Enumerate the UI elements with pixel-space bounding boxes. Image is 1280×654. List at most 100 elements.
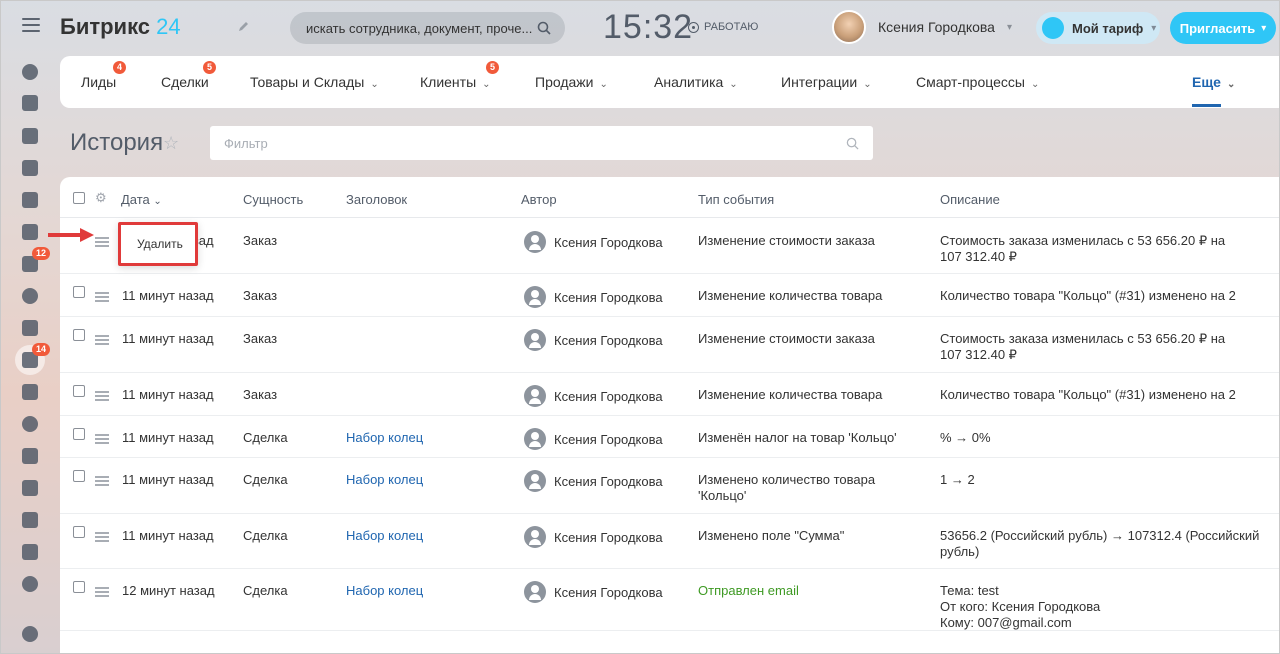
feed-icon[interactable] bbox=[20, 62, 40, 82]
row-description: 53656.2 (Российский рубль) → 107312.4 (Р… bbox=[940, 528, 1260, 543]
more-down-icon[interactable] bbox=[20, 574, 40, 594]
row-checkbox[interactable] bbox=[73, 428, 85, 440]
menu-badge: 5 bbox=[203, 61, 217, 74]
calendar-icon[interactable] bbox=[20, 158, 40, 178]
work-status[interactable]: РАБОТАЮ bbox=[688, 21, 758, 33]
box-icon[interactable] bbox=[20, 542, 40, 562]
user-icon bbox=[524, 581, 546, 603]
table-row[interactable]: 11 минут назадЗаказКсения ГородковаИзмен… bbox=[60, 219, 1280, 274]
column-event-type[interactable]: Тип события bbox=[698, 192, 774, 207]
menu-item-label: Сделки bbox=[161, 74, 209, 90]
row-actions-icon[interactable] bbox=[95, 335, 109, 345]
column-author[interactable]: Автор bbox=[521, 192, 557, 207]
table-row[interactable]: 11 минут назадЗаказКсения ГородковаИзмен… bbox=[60, 274, 1280, 317]
filter-input[interactable]: Фильтр bbox=[210, 126, 873, 160]
cart-icon[interactable] bbox=[20, 446, 40, 466]
table-row[interactable]: 11 минут назадЗаказКсения ГородковаИзмен… bbox=[60, 373, 1280, 416]
table-row[interactable]: 12 минут назад Сделка Набор колец Ксения Го… bbox=[60, 569, 1280, 631]
global-search[interactable]: искать сотрудника, документ, проче... bbox=[290, 12, 565, 44]
user-menu[interactable]: Ксения Городкова ▾ bbox=[832, 10, 1012, 44]
star-icon[interactable]: ☆ bbox=[163, 134, 181, 152]
select-all-checkbox[interactable] bbox=[73, 192, 85, 204]
help-icon[interactable] bbox=[20, 624, 40, 644]
row-author[interactable]: Ксения Городкова bbox=[554, 333, 663, 349]
row-title-link[interactable]: Набор колец bbox=[346, 472, 423, 488]
employees-icon[interactable] bbox=[20, 286, 40, 306]
table-row[interactable]: 11 минут назад Сделка Набор колец Ксения Го… bbox=[60, 416, 1280, 458]
row-checkbox[interactable] bbox=[73, 329, 85, 341]
robot-icon[interactable] bbox=[20, 510, 40, 530]
store-icon[interactable] bbox=[20, 382, 40, 402]
row-title-link[interactable]: Набор колец bbox=[346, 583, 423, 599]
row-event-type: Отправлен email bbox=[698, 583, 799, 598]
column-date[interactable]: Дата ⌄ bbox=[121, 192, 162, 207]
row-title-link[interactable]: Набор колец bbox=[346, 430, 423, 446]
chevron-down-icon: ⌄ bbox=[370, 79, 379, 90]
row-actions-icon[interactable] bbox=[95, 237, 109, 247]
table-row[interactable]: 11 минут назад Сделка Набор колец Ксения Го… bbox=[60, 514, 1280, 569]
row-event-type: Изменено количество товара bbox=[698, 472, 876, 487]
menu-item-sales[interactable]: Продажи ⌄ bbox=[535, 74, 608, 90]
crm-icon[interactable]: 14 bbox=[15, 343, 51, 375]
menu-item-more[interactable]: Еще ⌄ bbox=[1192, 74, 1235, 107]
mail-icon[interactable]: 12 bbox=[20, 247, 51, 274]
column-title[interactable]: Заголовок bbox=[346, 192, 407, 207]
row-event-type: Изменён налог на товар 'Кольцо' bbox=[698, 430, 897, 445]
row-actions-icon[interactable] bbox=[95, 434, 109, 444]
row-checkbox[interactable] bbox=[73, 385, 85, 397]
checklist-icon[interactable] bbox=[20, 318, 40, 338]
row-title-link[interactable]: Набор колец bbox=[346, 528, 423, 544]
documents-icon[interactable] bbox=[20, 190, 40, 210]
row-checkbox[interactable] bbox=[73, 286, 85, 298]
tasks-icon[interactable] bbox=[20, 93, 40, 113]
menu-item-label: Товары и Склады bbox=[250, 74, 365, 90]
row-checkbox[interactable] bbox=[73, 470, 85, 482]
row-checkbox[interactable] bbox=[73, 581, 85, 593]
pencil-icon[interactable] bbox=[238, 20, 250, 32]
row-checkbox[interactable] bbox=[73, 526, 85, 538]
menu-item-clients[interactable]: Клиенты 5 ⌄ bbox=[420, 61, 500, 90]
row-author[interactable]: Ксения Городкова bbox=[554, 585, 663, 601]
row-entity: Заказ bbox=[243, 288, 278, 303]
row-actions-icon[interactable] bbox=[95, 391, 109, 401]
row-author[interactable]: Ксения Городкова bbox=[554, 290, 663, 306]
table-row[interactable]: 11 минут назадЗаказКсения ГородковаИзмен… bbox=[60, 317, 1280, 373]
contact-card-icon[interactable] bbox=[20, 478, 40, 498]
invite-button[interactable]: Пригласить ▾ bbox=[1170, 12, 1276, 44]
search-icon[interactable] bbox=[846, 137, 859, 150]
gear-icon[interactable]: ⚙ bbox=[95, 191, 107, 204]
row-author[interactable]: Ксения Городкова bbox=[554, 389, 663, 405]
search-icon[interactable] bbox=[537, 21, 551, 35]
table-row[interactable]: 11 минут назад Сделка Набор колец Ксения Го… bbox=[60, 458, 1280, 514]
row-actions-icon[interactable] bbox=[95, 476, 109, 486]
row-actions-icon[interactable] bbox=[95, 587, 109, 597]
menu-item-label: Интеграции bbox=[781, 74, 858, 90]
column-entity[interactable]: Сущность bbox=[243, 192, 303, 207]
drive-icon[interactable] bbox=[20, 222, 40, 242]
menu-item-smart-processes[interactable]: Смарт-процессы ⌄ bbox=[916, 74, 1039, 90]
row-author[interactable]: Ксения Городкова bbox=[554, 235, 663, 251]
row-description: Тема: test bbox=[940, 583, 999, 598]
menu-item-deals[interactable]: Сделки 5 bbox=[161, 61, 217, 90]
chevron-down-icon: ▾ bbox=[1261, 22, 1267, 34]
row-author[interactable]: Ксения Городкова bbox=[554, 474, 663, 490]
tariff-button[interactable]: Мой тариф ▾ bbox=[1036, 12, 1160, 44]
target-icon[interactable] bbox=[20, 414, 40, 434]
row-author[interactable]: Ксения Городкова bbox=[554, 432, 663, 448]
row-description-line2: 107 312.40 ₽ bbox=[940, 347, 1017, 362]
column-description[interactable]: Описание bbox=[940, 192, 1000, 207]
row-actions-icon[interactable] bbox=[95, 532, 109, 542]
chat-icon[interactable] bbox=[20, 126, 40, 146]
row-entity: Заказ bbox=[243, 233, 278, 248]
menu-item-leads[interactable]: Лиды 4 bbox=[81, 61, 127, 90]
delete-menu-item[interactable]: Удалить bbox=[118, 222, 198, 266]
menu-burger-icon[interactable] bbox=[22, 18, 40, 32]
app-logo[interactable]: Битрикс 24 bbox=[60, 14, 181, 40]
menu-item-products[interactable]: Товары и Склады ⌄ bbox=[250, 74, 379, 90]
user-icon bbox=[524, 385, 546, 407]
row-author[interactable]: Ксения Городкова bbox=[554, 530, 663, 546]
menu-item-integrations[interactable]: Интеграции ⌄ bbox=[781, 74, 872, 90]
row-description: 1 → 2 bbox=[940, 472, 975, 487]
menu-item-analytics[interactable]: Аналитика ⌄ bbox=[654, 74, 738, 90]
row-actions-icon[interactable] bbox=[95, 292, 109, 302]
